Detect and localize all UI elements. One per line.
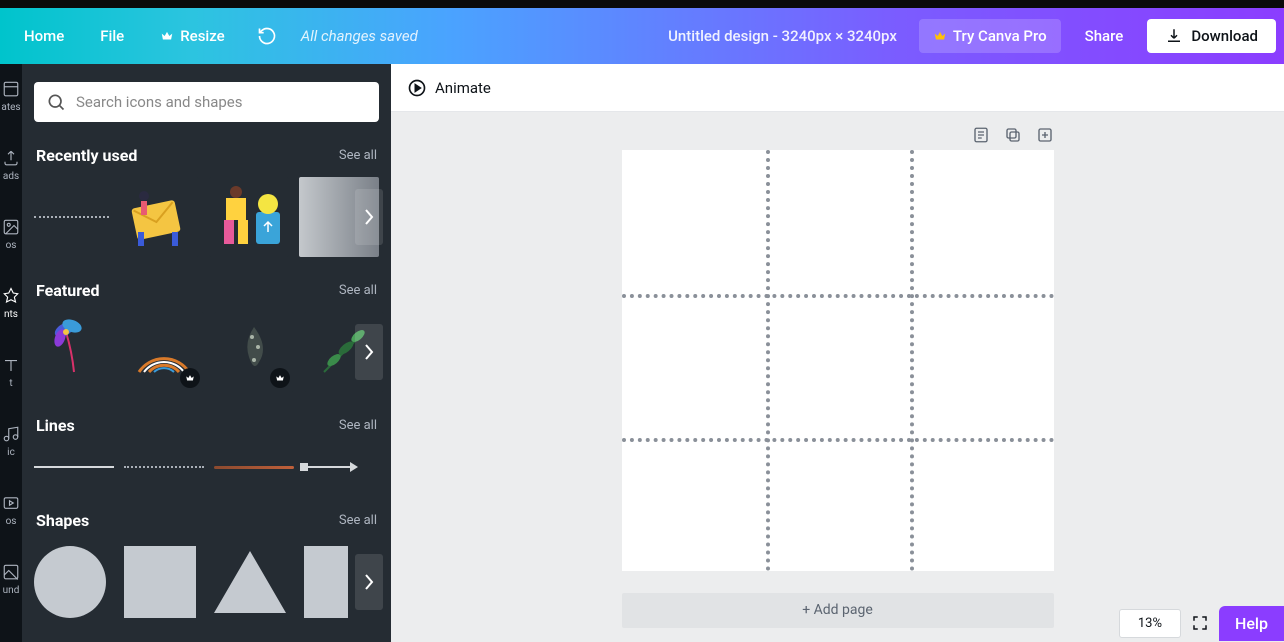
search-input[interactable] <box>76 93 367 111</box>
tab-music[interactable]: ic <box>2 425 20 458</box>
help-button[interactable]: Help <box>1219 606 1284 641</box>
see-all-featured[interactable]: See all <box>339 283 377 298</box>
canvas-area: Animate + Add page 13% Help <box>391 64 1284 642</box>
notes-icon[interactable] <box>972 126 990 144</box>
undo-icon[interactable] <box>257 26 277 46</box>
top-toolbar: Home File Resize All changes saved Untit… <box>0 8 1284 64</box>
resize-button[interactable]: Resize <box>144 19 240 53</box>
try-canva-pro-button[interactable]: Try Canva Pro <box>919 19 1061 53</box>
section-title-recent: Recently used <box>36 146 137 165</box>
crown-icon <box>933 29 947 43</box>
animate-icon <box>407 78 427 98</box>
chevron-right-icon <box>363 573 375 591</box>
element-dotted-line-2[interactable] <box>124 466 204 468</box>
artboard[interactable] <box>622 150 1054 571</box>
download-button[interactable]: Download <box>1147 19 1276 53</box>
see-all-shapes[interactable]: See all <box>339 513 377 528</box>
tab-uploads[interactable]: ads <box>2 149 20 182</box>
scroll-next-shapes[interactable] <box>355 554 383 610</box>
add-page-icon[interactable] <box>1036 126 1054 144</box>
crown-icon <box>185 373 195 383</box>
element-envelope-illustration[interactable] <box>119 177 199 257</box>
animate-button[interactable]: Animate <box>407 78 491 98</box>
tab-photos[interactable]: os <box>2 218 20 251</box>
element-brush-line[interactable] <box>214 466 294 469</box>
element-solid-line[interactable] <box>34 466 114 468</box>
side-tabs: ates ads os nts t ic os und <box>0 64 22 642</box>
chevron-right-icon <box>363 208 375 226</box>
section-title-featured: Featured <box>36 281 100 300</box>
tab-elements[interactable]: nts <box>2 287 20 320</box>
element-recycle-illustration[interactable] <box>209 177 289 257</box>
canvas-toolbar: Animate <box>391 64 1284 112</box>
search-bar[interactable] <box>34 82 379 122</box>
fullscreen-icon <box>1191 614 1209 632</box>
scroll-next-recent[interactable] <box>355 189 383 245</box>
search-icon <box>46 92 66 112</box>
chevron-right-icon <box>363 343 375 361</box>
crown-icon <box>275 373 285 383</box>
document-title[interactable]: Untitled design - 3240px × 3240px <box>668 27 897 45</box>
zoom-level[interactable]: 13% <box>1119 609 1181 638</box>
element-circle[interactable] <box>34 546 106 618</box>
home-button[interactable]: Home <box>8 19 80 53</box>
page-tools <box>972 126 1054 144</box>
element-triangle[interactable] <box>214 551 286 613</box>
elements-panel: Recently used See all Featured S <box>22 64 391 642</box>
element-featured-arc[interactable] <box>124 312 204 392</box>
save-status: All changes saved <box>301 27 418 45</box>
element-dotted-line[interactable] <box>34 216 109 218</box>
duplicate-icon[interactable] <box>1004 126 1022 144</box>
scroll-next-featured[interactable] <box>355 324 383 380</box>
section-title-shapes: Shapes <box>36 511 89 530</box>
section-title-lines: Lines <box>36 416 75 435</box>
add-page-button[interactable]: + Add page <box>622 593 1054 628</box>
share-button[interactable]: Share <box>1071 19 1138 53</box>
tab-background[interactable]: und <box>2 563 20 596</box>
crown-icon <box>160 29 174 43</box>
see-all-recent[interactable]: See all <box>339 148 377 163</box>
element-square[interactable] <box>124 546 196 618</box>
tab-videos[interactable]: os <box>2 494 20 527</box>
file-button[interactable]: File <box>84 19 140 53</box>
element-featured-flower[interactable] <box>34 312 114 392</box>
element-shape-partial[interactable] <box>304 546 348 618</box>
tab-templates[interactable]: ates <box>1 80 20 113</box>
fullscreen-button[interactable] <box>1189 612 1211 634</box>
tab-text[interactable]: t <box>2 356 20 389</box>
element-featured-abstract[interactable] <box>214 312 294 392</box>
download-icon <box>1165 27 1183 45</box>
see-all-lines[interactable]: See all <box>339 418 377 433</box>
element-arrow-line[interactable] <box>304 466 350 468</box>
